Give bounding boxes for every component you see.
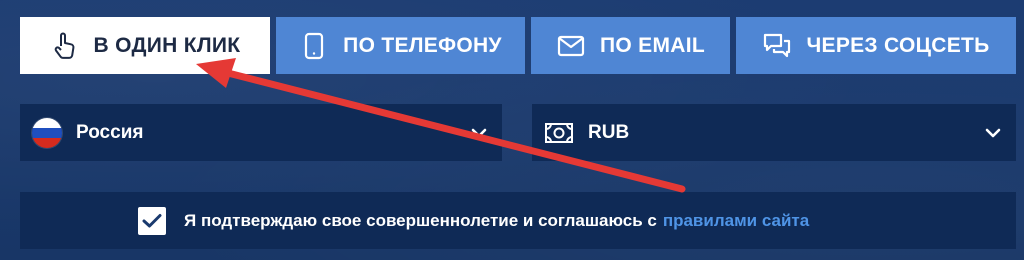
- chevron-down-icon: [982, 122, 1004, 144]
- tab-one-click[interactable]: В ОДИН КЛИК: [20, 17, 270, 74]
- registration-tabs: В ОДИН КЛИК ПО ТЕЛЕФОНУ ПО EMAIL ЧЕРЕЗ С…: [20, 17, 1016, 74]
- tab-label: ПО ТЕЛЕФОНУ: [343, 33, 502, 57]
- tab-label: В ОДИН КЛИК: [93, 33, 241, 57]
- agreement-checkbox[interactable]: [138, 206, 166, 235]
- chat-bubbles-icon: [762, 31, 792, 61]
- agreement-text: Я подтверждаю свое совершеннолетие и сог…: [184, 210, 657, 230]
- country-select[interactable]: Россия: [20, 104, 502, 161]
- chevron-down-icon: [468, 122, 490, 144]
- age-agreement-row: Я подтверждаю свое совершеннолетие и сог…: [20, 192, 1016, 249]
- currency-value: RUB: [588, 121, 630, 143]
- phone-icon: [299, 31, 329, 61]
- russia-flag-icon: [32, 117, 62, 148]
- tab-by-phone[interactable]: ПО ТЕЛЕФОНУ: [276, 17, 525, 74]
- envelope-icon: [556, 31, 586, 61]
- tab-via-social[interactable]: ЧЕРЕЗ СОЦСЕТЬ: [736, 17, 1016, 74]
- currency-select[interactable]: RUB: [532, 104, 1016, 161]
- tab-by-email[interactable]: ПО EMAIL: [531, 17, 730, 74]
- country-value: Россия: [76, 121, 144, 143]
- tab-label: ЧЕРЕЗ СОЦСЕТЬ: [806, 33, 990, 57]
- banknote-icon: [544, 118, 574, 148]
- site-rules-link[interactable]: правилами сайта: [663, 211, 809, 231]
- pointer-hand-icon: [50, 31, 80, 61]
- tab-label: ПО EMAIL: [600, 33, 705, 57]
- checkmark-icon: [142, 213, 162, 227]
